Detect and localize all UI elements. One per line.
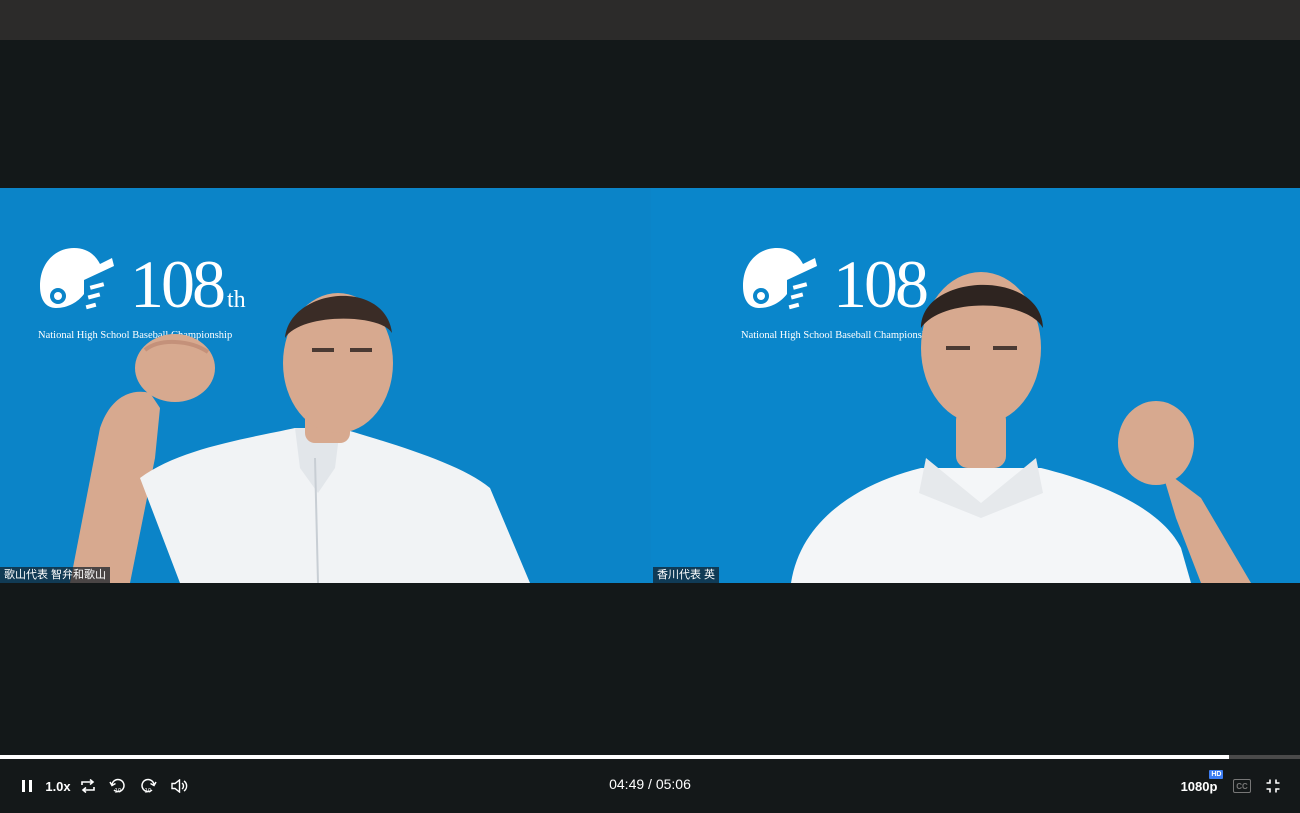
playback-speed-button[interactable]: 1.0x	[44, 773, 72, 799]
video-panel-left: 108th National High School Baseball Cham…	[0, 188, 651, 583]
svg-text:10: 10	[145, 789, 152, 795]
rewind-10-button[interactable]: 10	[108, 773, 128, 799]
hd-badge: HD	[1209, 769, 1224, 779]
participant-name-tag-right: 香川代表 英	[653, 567, 720, 583]
quality-label: 1080p HD	[1180, 769, 1224, 794]
pause-button[interactable]	[16, 773, 38, 799]
rewind-10-icon: 10	[109, 778, 125, 795]
current-time: 04:49	[609, 776, 645, 792]
pause-icon	[22, 780, 32, 792]
duration: 05:06	[655, 776, 691, 792]
quality-button[interactable]: 1080p HD	[1180, 769, 1224, 799]
loop-button[interactable]	[78, 773, 98, 799]
exit-fullscreen-icon	[1266, 779, 1280, 793]
forward-10-icon: 10	[141, 778, 157, 795]
video-panel-right: 108 National High School Baseball Champi…	[651, 188, 1300, 583]
video-frame[interactable]: 108th National High School Baseball Cham…	[0, 188, 1300, 583]
participant-name-tag-left: 歌山代表 智弁和歌山	[0, 567, 111, 583]
participant-right	[791, 272, 1251, 583]
player-controls: 1.0x 10 10 04:49 / 05:06 1080p HD CC	[0, 759, 1300, 813]
top-bar	[0, 0, 1300, 40]
exit-fullscreen-button[interactable]	[1263, 773, 1283, 799]
captions-icon: CC	[1233, 779, 1251, 793]
time-display: 04:49 / 05:06	[0, 776, 1300, 792]
time-separator: /	[648, 776, 652, 792]
volume-button[interactable]	[169, 773, 191, 799]
participant-left	[70, 293, 530, 583]
playback-speed-label: 1.0x	[45, 778, 71, 794]
captions-button[interactable]: CC	[1232, 773, 1252, 799]
volume-icon	[171, 779, 188, 793]
loop-icon	[81, 779, 95, 793]
svg-text:10: 10	[115, 789, 122, 795]
forward-10-button[interactable]: 10	[138, 773, 158, 799]
